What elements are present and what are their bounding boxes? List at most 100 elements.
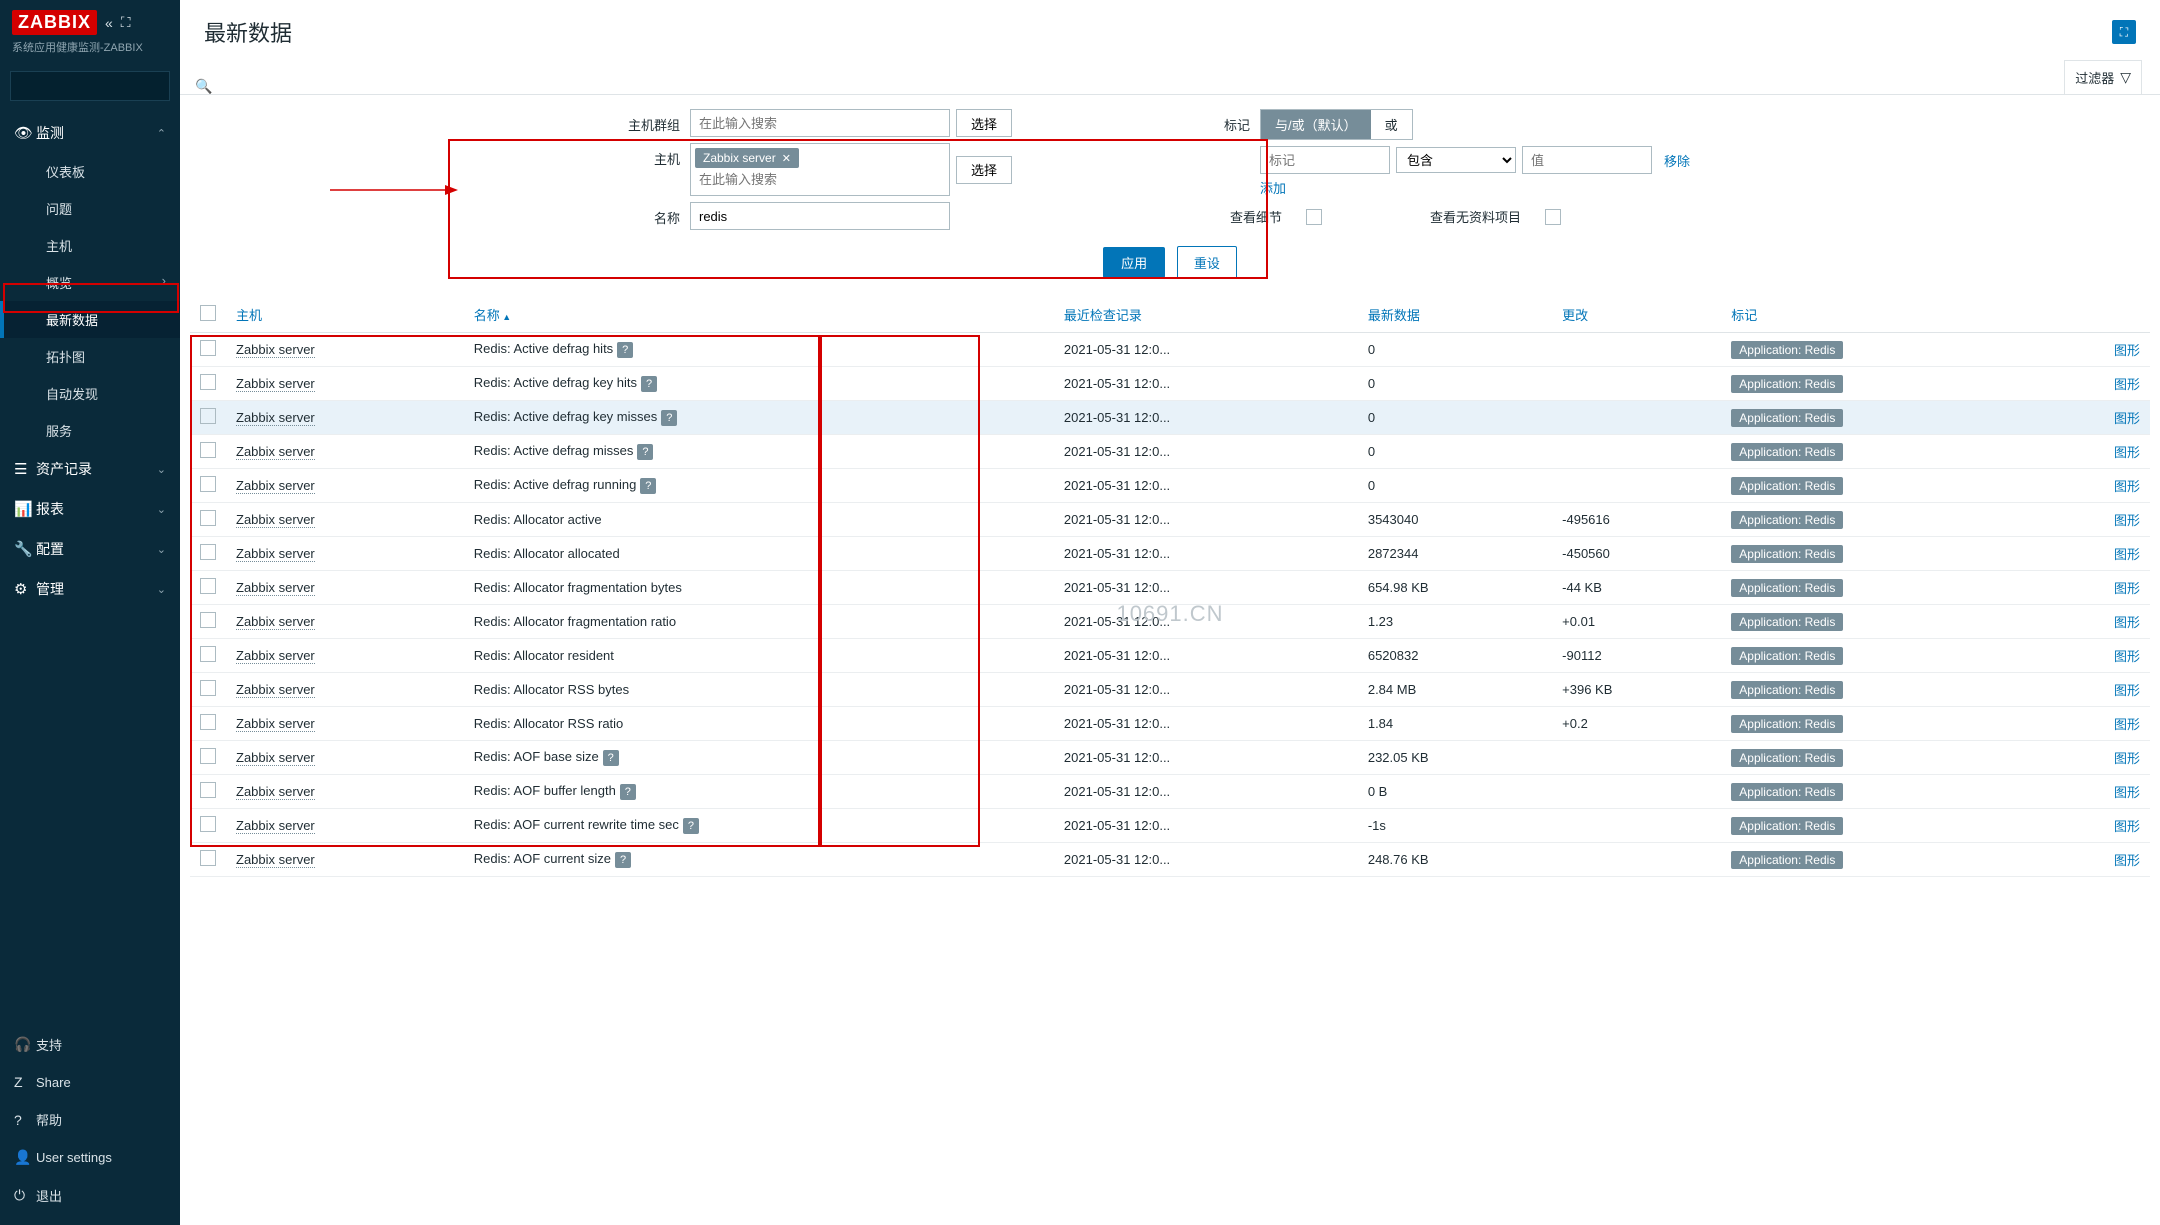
tag-remove-link[interactable]: 移除 bbox=[1664, 151, 1690, 170]
graph-link[interactable]: 图形 bbox=[2114, 479, 2140, 494]
tag-add-link[interactable]: 添加 bbox=[1260, 178, 1286, 197]
row-checkbox[interactable] bbox=[200, 408, 216, 424]
select-all-checkbox[interactable] bbox=[200, 305, 216, 321]
help-icon[interactable]: ? bbox=[637, 444, 653, 460]
graph-link[interactable]: 图形 bbox=[2114, 649, 2140, 664]
col-name[interactable]: 名称 bbox=[464, 297, 1054, 333]
help-icon[interactable]: ? bbox=[615, 852, 631, 868]
tag-mode-or[interactable]: 或 bbox=[1371, 110, 1412, 139]
app-tag[interactable]: Application: Redis bbox=[1731, 817, 1843, 835]
row-checkbox[interactable] bbox=[200, 442, 216, 458]
remove-chip-icon[interactable]: ✕ bbox=[782, 152, 791, 165]
app-tag[interactable]: Application: Redis bbox=[1731, 545, 1843, 563]
row-checkbox[interactable] bbox=[200, 782, 216, 798]
tag-mode-andor[interactable]: 与/或（默认） bbox=[1261, 110, 1371, 139]
row-checkbox[interactable] bbox=[200, 680, 216, 696]
app-logo[interactable]: ZABBIX bbox=[12, 10, 97, 35]
graph-link[interactable]: 图形 bbox=[2114, 343, 2140, 358]
tag-mode-segmented[interactable]: 与/或（默认） 或 bbox=[1260, 109, 1413, 140]
reset-button[interactable]: 重设 bbox=[1177, 246, 1237, 279]
app-tag[interactable]: Application: Redis bbox=[1731, 579, 1843, 597]
host-link[interactable]: Zabbix server bbox=[236, 444, 315, 460]
host-link[interactable]: Zabbix server bbox=[236, 546, 315, 562]
host-link[interactable]: Zabbix server bbox=[236, 818, 315, 834]
sidebar-item-7[interactable]: 服务 bbox=[0, 412, 180, 449]
row-checkbox[interactable] bbox=[200, 612, 216, 628]
graph-link[interactable]: 图形 bbox=[2114, 513, 2140, 528]
help-icon[interactable]: ? bbox=[617, 342, 633, 358]
help-icon[interactable]: ? bbox=[683, 818, 699, 834]
app-tag[interactable]: Application: Redis bbox=[1731, 613, 1843, 631]
app-tag[interactable]: Application: Redis bbox=[1731, 851, 1843, 869]
col-tags[interactable]: 标记 bbox=[1721, 297, 2039, 333]
kiosk-mode-button[interactable]: ⛶ bbox=[2112, 20, 2136, 44]
host-link[interactable]: Zabbix server bbox=[236, 682, 315, 698]
app-tag[interactable]: Application: Redis bbox=[1731, 647, 1843, 665]
row-checkbox[interactable] bbox=[200, 578, 216, 594]
host-link[interactable]: Zabbix server bbox=[236, 410, 315, 426]
app-tag[interactable]: Application: Redis bbox=[1731, 715, 1843, 733]
host-select-button[interactable]: 选择 bbox=[956, 156, 1012, 184]
apply-button[interactable]: 应用 bbox=[1103, 247, 1165, 278]
sidebar-search-input[interactable] bbox=[19, 79, 195, 94]
app-tag[interactable]: Application: Redis bbox=[1731, 443, 1843, 461]
graph-link[interactable]: 图形 bbox=[2114, 615, 2140, 630]
sidebar-item-3[interactable]: 概览 bbox=[0, 264, 180, 301]
nav-configuration[interactable]: 🔧 配置 ⌄ bbox=[0, 529, 180, 569]
hostgroup-select-button[interactable]: 选择 bbox=[956, 109, 1012, 137]
graph-link[interactable]: 图形 bbox=[2114, 411, 2140, 426]
graph-link[interactable]: 图形 bbox=[2114, 853, 2140, 868]
host-chip[interactable]: Zabbix server ✕ bbox=[695, 148, 799, 168]
graph-link[interactable]: 图形 bbox=[2114, 717, 2140, 732]
host-multiselect[interactable]: Zabbix server ✕ bbox=[690, 143, 950, 196]
footer-item-1[interactable]: ZShare bbox=[0, 1064, 180, 1100]
col-lastdata[interactable]: 最新数据 bbox=[1358, 297, 1552, 333]
host-link[interactable]: Zabbix server bbox=[236, 716, 315, 732]
nav-reports[interactable]: 📊 报表 ⌄ bbox=[0, 489, 180, 529]
name-input[interactable] bbox=[690, 202, 950, 230]
host-link[interactable]: Zabbix server bbox=[236, 580, 315, 596]
show-nodata-checkbox[interactable] bbox=[1545, 209, 1561, 225]
app-tag[interactable]: Application: Redis bbox=[1731, 681, 1843, 699]
row-checkbox[interactable] bbox=[200, 374, 216, 390]
graph-link[interactable]: 图形 bbox=[2114, 819, 2140, 834]
graph-link[interactable]: 图形 bbox=[2114, 581, 2140, 596]
col-change[interactable]: 更改 bbox=[1552, 297, 1721, 333]
tag-operator-select[interactable]: 包含 bbox=[1396, 147, 1516, 173]
host-link[interactable]: Zabbix server bbox=[236, 376, 315, 392]
tag-name-input[interactable] bbox=[1260, 146, 1390, 174]
sidebar-collapse-icon[interactable]: « bbox=[105, 15, 113, 31]
show-details-checkbox[interactable] bbox=[1306, 209, 1322, 225]
row-checkbox[interactable] bbox=[200, 340, 216, 356]
sidebar-item-0[interactable]: 仪表板 bbox=[0, 153, 180, 190]
host-input[interactable] bbox=[695, 168, 945, 191]
app-tag[interactable]: Application: Redis bbox=[1731, 341, 1843, 359]
graph-link[interactable]: 图形 bbox=[2114, 785, 2140, 800]
row-checkbox[interactable] bbox=[200, 748, 216, 764]
hostgroup-input[interactable] bbox=[690, 109, 950, 137]
col-host[interactable]: 主机 bbox=[226, 297, 464, 333]
host-link[interactable]: Zabbix server bbox=[236, 852, 315, 868]
app-tag[interactable]: Application: Redis bbox=[1731, 409, 1843, 427]
row-checkbox[interactable] bbox=[200, 714, 216, 730]
app-tag[interactable]: Application: Redis bbox=[1731, 511, 1843, 529]
sidebar-item-2[interactable]: 主机 bbox=[0, 227, 180, 264]
host-link[interactable]: Zabbix server bbox=[236, 512, 315, 528]
footer-item-4[interactable]: ⏻退出 bbox=[0, 1176, 180, 1215]
host-link[interactable]: Zabbix server bbox=[236, 614, 315, 630]
help-icon[interactable]: ? bbox=[620, 784, 636, 800]
host-link[interactable]: Zabbix server bbox=[236, 342, 315, 358]
help-icon[interactable]: ? bbox=[603, 750, 619, 766]
graph-link[interactable]: 图形 bbox=[2114, 751, 2140, 766]
help-icon[interactable]: ? bbox=[641, 376, 657, 392]
app-tag[interactable]: Application: Redis bbox=[1731, 783, 1843, 801]
sidebar-item-1[interactable]: 问题 bbox=[0, 190, 180, 227]
row-checkbox[interactable] bbox=[200, 544, 216, 560]
nav-monitoring[interactable]: 👁 监测 ⌃ bbox=[0, 113, 180, 153]
app-tag[interactable]: Application: Redis bbox=[1731, 375, 1843, 393]
app-tag[interactable]: Application: Redis bbox=[1731, 477, 1843, 495]
host-link[interactable]: Zabbix server bbox=[236, 784, 315, 800]
row-checkbox[interactable] bbox=[200, 476, 216, 492]
row-checkbox[interactable] bbox=[200, 850, 216, 866]
tag-value-input[interactable] bbox=[1522, 146, 1652, 174]
